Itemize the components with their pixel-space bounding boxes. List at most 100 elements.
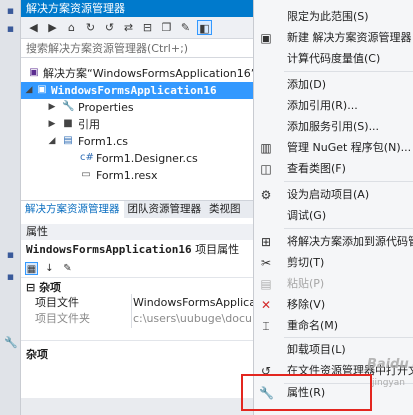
form-icon: ▤ xyxy=(63,135,73,146)
menu-item-label: 计算代码度量值(C) xyxy=(287,52,381,65)
menu-item-label: 添加引用(R)... xyxy=(287,99,358,112)
menu-item[interactable]: ▤ 粘贴(P) xyxy=(254,273,413,294)
menu-item[interactable]: 添加(D) xyxy=(254,74,413,95)
tree-node-label: 引用 xyxy=(78,118,100,131)
sync-icon[interactable]: ⇄ xyxy=(121,20,136,35)
csharp-project-icon: ▣ xyxy=(37,84,47,95)
csharp-file-icon: c# xyxy=(80,152,94,163)
property-pages-icon[interactable]: ✎ xyxy=(61,262,74,275)
menu-item[interactable]: ⊞ 将解决方案添加到源代码管 xyxy=(254,231,413,252)
tree-node-label: Form1.cs xyxy=(78,135,128,148)
tree-node-designer[interactable]: c# Form1.Designer.cs xyxy=(21,150,253,167)
object-name: WindowsFormsApplication16 xyxy=(26,243,192,256)
property-category[interactable]: ⊟ 杂项 xyxy=(21,280,253,296)
menu-item-label: 添加(D) xyxy=(287,78,327,91)
show-all-files-icon[interactable]: ❐ xyxy=(159,20,174,35)
context-menu: 限定为此范围(S) ▣ 新建 解决方案资源管理器计算代码度量值(C) 添加(D) 添加引… xyxy=(253,0,413,415)
tree-node-properties[interactable]: ▶ 🔧 Properties xyxy=(21,99,253,116)
menu-item[interactable]: 限定为此范围(S) xyxy=(254,6,413,27)
tab-class-view[interactable]: 类视图 xyxy=(205,201,245,218)
category-label: 杂项 xyxy=(39,281,62,294)
menu-item[interactable]: ✕ 移除(V) xyxy=(254,294,413,315)
menu-item[interactable]: ✂ 剪切(T) xyxy=(254,252,413,273)
scissors-icon: ✂ xyxy=(260,256,272,270)
tree-node-resx[interactable]: ▭ Form1.resx xyxy=(21,167,253,184)
tree-node-project[interactable]: ◢ ▣ WindowsFormsApplication16 xyxy=(21,82,253,99)
object-type: 项目属性 xyxy=(195,243,240,256)
collapse-icon[interactable]: ⊟ xyxy=(26,281,35,294)
menu-item[interactable]: ▥ 管理 NuGet 程序包(N)... xyxy=(254,137,413,158)
collapsed-arrow-icon[interactable]: ▶ xyxy=(47,116,57,133)
class-diagram-icon: ◫ xyxy=(260,162,272,176)
menu-item[interactable]: ⚙ 设为启动项目(A) xyxy=(254,184,413,205)
highlight-box xyxy=(241,374,372,411)
menu-item[interactable]: ▣ 新建 解决方案资源管理器 xyxy=(254,27,413,48)
property-row[interactable]: 项目文件 WindowsFormsApplicati xyxy=(21,295,253,311)
menu-item[interactable]: ◫ 查看类图(F) xyxy=(254,158,413,179)
remove-icon: ✕ xyxy=(260,298,272,312)
menu-separator xyxy=(284,181,413,182)
source-control-icon: ⊞ xyxy=(260,235,272,249)
menu-separator xyxy=(284,71,413,72)
tab-team-explorer[interactable]: 团队资源管理器 xyxy=(124,201,206,218)
wrench-icon[interactable]: 🔧 xyxy=(4,336,18,349)
menu-item-label: 限定为此范围(S) xyxy=(287,10,369,23)
categorized-icon[interactable]: ▦ xyxy=(25,262,38,275)
preview-icon[interactable]: ◧ xyxy=(197,20,212,35)
grid-divider[interactable] xyxy=(131,294,132,328)
menu-item-label: 新建 解决方案资源管理器 xyxy=(287,31,412,44)
properties-object-selector[interactable]: WindowsFormsApplication16 项目属性 xyxy=(21,240,253,259)
dock-tab-icon[interactable]: ▪ xyxy=(4,248,17,261)
back-icon[interactable]: ◀ xyxy=(26,20,41,35)
menu-separator xyxy=(284,228,413,229)
solution-explorer-toolbar: ◀ ▶ ⌂ ↻ ↺ ⇄ ⊟ ❐ ✎ ◧ xyxy=(21,17,253,39)
left-dock-strip: ▪ ▪ ▪ ▪ 🔧 xyxy=(0,0,21,415)
property-key: 项目文件 xyxy=(35,296,79,309)
horizontal-scrollbar[interactable] xyxy=(21,398,253,415)
properties-toolbar: ▦ ↓ ✎ xyxy=(21,260,253,278)
menu-item-label: 将解决方案添加到源代码管 xyxy=(287,235,413,248)
dock-tab-icon[interactable]: ▪ xyxy=(4,270,17,283)
menu-item[interactable]: 添加引用(R)... xyxy=(254,95,413,116)
property-key: 项目文件夹 xyxy=(35,312,90,325)
dock-tab-icon[interactable]: ▪ xyxy=(4,22,17,35)
tree-node-references[interactable]: ▶ ■ 引用 xyxy=(21,116,253,133)
wrench-icon[interactable]: ✎ xyxy=(178,20,193,35)
property-row[interactable]: 项目文件夹 c:\users\uubuge\docu xyxy=(21,311,253,327)
search-input[interactable]: 搜索解决方案资源管理器(Ctrl+;) xyxy=(21,39,253,58)
alphabetical-icon[interactable]: ↓ xyxy=(43,262,56,275)
collapsed-arrow-icon[interactable]: ▶ xyxy=(47,99,57,116)
property-value: c:\users\uubuge\docu xyxy=(133,312,252,325)
menu-item[interactable]: 添加服务引用(S)... xyxy=(254,116,413,137)
menu-item-label: 卸载项目(L) xyxy=(287,343,346,356)
collapse-all-icon[interactable]: ⊟ xyxy=(140,20,155,35)
menu-item[interactable]: 调试(G) xyxy=(254,205,413,226)
menu-item-label: 重命名(M) xyxy=(287,319,339,332)
forward-icon[interactable]: ▶ xyxy=(45,20,60,35)
rename-icon: ⌶ xyxy=(262,319,270,333)
history-icon[interactable]: ↻ xyxy=(83,20,98,35)
menu-item[interactable]: ⌶ 重命名(M) xyxy=(254,315,413,336)
tree-node-solution[interactable]: ▣ 解决方案“WindowsFormsApplication16” xyxy=(21,65,257,82)
tree-node-label: 解决方案“WindowsFormsApplication16” xyxy=(43,67,257,80)
menu-item-label: 粘贴(P) xyxy=(287,277,325,290)
refresh-icon[interactable]: ↺ xyxy=(102,20,117,35)
menu-separator xyxy=(284,337,413,338)
home-icon[interactable]: ⌂ xyxy=(64,20,79,35)
tree-node-label: Properties xyxy=(78,101,134,114)
tree-node-form1[interactable]: ◢ ▤ Form1.cs xyxy=(21,133,253,150)
watermark-text: Baidu xyxy=(367,357,409,372)
menu-item-label: 调试(G) xyxy=(287,209,327,222)
paste-icon: ▤ xyxy=(260,277,272,291)
tab-solution-explorer[interactable]: 解决方案资源管理器 xyxy=(21,201,124,218)
property-value: WindowsFormsApplicati xyxy=(133,296,253,309)
pin-icon[interactable]: ▪ xyxy=(4,4,17,17)
watermark-subtext: jingyan xyxy=(372,378,405,388)
solution-explorer-title: 解决方案资源管理器 xyxy=(21,0,253,17)
expand-arrow-icon[interactable]: ◢ xyxy=(24,82,34,99)
expand-arrow-icon[interactable]: ◢ xyxy=(47,133,57,150)
menu-item-label: 移除(V) xyxy=(287,298,326,311)
menu-item[interactable]: 计算代码度量值(C) xyxy=(254,48,413,69)
solution-icon: ▣ xyxy=(29,67,39,78)
menu-item-label: 添加服务引用(S)... xyxy=(287,120,380,133)
